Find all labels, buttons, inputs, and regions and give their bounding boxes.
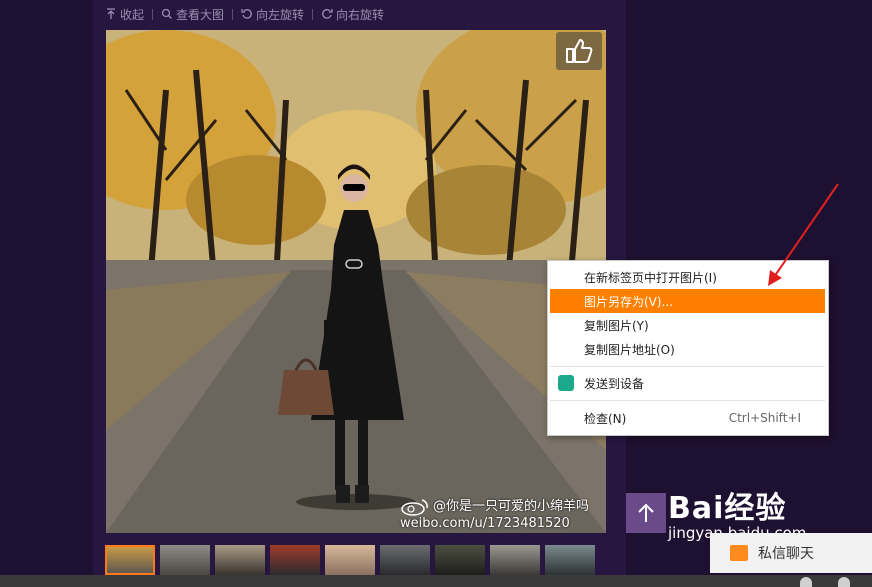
menu-copy-image[interactable]: 复制图片(Y) (550, 313, 825, 337)
thumbnail-item[interactable] (380, 545, 430, 575)
rotate-right-button[interactable]: 向右旋转 (321, 6, 384, 23)
rotate-left-icon (241, 9, 252, 19)
photo-watermark: @你是一只可爱的小绵羊吗 weibo.com/u/1723481520 (400, 498, 589, 532)
menu-item-label: 复制图片(Y) (584, 318, 649, 333)
rotate-left-label: 向左旋转 (256, 7, 305, 22)
photo-illustration (106, 30, 606, 533)
arrow-up-icon (638, 503, 654, 522)
weibo-icon (401, 499, 428, 516)
thumbnail-item[interactable] (215, 545, 265, 575)
send-to-device-icon (558, 375, 574, 391)
thumbnail-item[interactable] (325, 545, 375, 575)
thumbnail-item[interactable] (435, 545, 485, 575)
annotation-arrow-icon (768, 183, 839, 286)
chat-icon (730, 545, 748, 561)
thumbnail-strip (105, 545, 595, 575)
collapse-label: 收起 (120, 7, 145, 22)
thumbnail-item[interactable] (105, 545, 155, 575)
toolbar-divider (232, 8, 234, 20)
thumbnail-item[interactable] (545, 545, 595, 575)
rotate-right-label: 向右旋转 (336, 7, 385, 22)
main-photo[interactable] (106, 30, 606, 533)
toolbar-divider (312, 8, 314, 20)
collapse-icon (107, 8, 115, 19)
baidu-logo-text: Bai经验 (668, 491, 787, 526)
like-button[interactable] (556, 32, 602, 70)
rotate-right-icon (322, 9, 333, 19)
view-large-label: 查看大图 (176, 7, 225, 22)
magnifier-icon (161, 8, 172, 19)
bottom-status-bar (0, 575, 872, 587)
menu-item-label: 发送到设备 (584, 376, 645, 391)
chat-label: 私信聊天 (758, 546, 814, 562)
thumbnail-item[interactable] (160, 545, 210, 575)
image-toolbar: 收起 查看大图 向左旋转 向右旋转 (105, 4, 384, 24)
menu-save-image-as[interactable]: 图片另存为(V)... (550, 289, 825, 313)
thumbnail-item[interactable] (270, 545, 320, 575)
menu-item-label: 图片另存为(V)... (584, 294, 674, 309)
menu-shortcut: Ctrl+Shift+I (728, 411, 801, 425)
menu-item-label: 检查(N) (584, 411, 627, 426)
menu-divider (550, 400, 825, 401)
view-large-button[interactable]: 查看大图 (161, 6, 224, 23)
thumbnail-item[interactable] (490, 545, 540, 575)
menu-item-label: 复制图片地址(O) (584, 342, 675, 357)
menu-copy-image-address[interactable]: 复制图片地址(O) (550, 337, 825, 361)
collapse-button[interactable]: 收起 (105, 6, 144, 23)
toolbar-divider (152, 8, 154, 20)
thumbs-up-icon (566, 39, 593, 63)
watermark-user: @你是一只可爱的小绵羊吗 (433, 499, 590, 514)
menu-inspect[interactable]: 检查(N) Ctrl+Shift+I (550, 406, 825, 430)
comment-icon[interactable] (800, 577, 812, 587)
watermark-url: weibo.com/u/1723481520 (400, 516, 570, 531)
rotate-left-button[interactable]: 向左旋转 (241, 6, 304, 23)
menu-item-label: 在新标签页中打开图片(I) (584, 270, 717, 285)
menu-divider (550, 366, 825, 367)
private-chat-button[interactable]: 私信聊天 (710, 533, 872, 573)
menu-send-to-device[interactable]: 发送到设备 (550, 371, 825, 395)
back-to-top-button[interactable] (626, 493, 666, 533)
night-mode-icon[interactable] (838, 577, 850, 587)
